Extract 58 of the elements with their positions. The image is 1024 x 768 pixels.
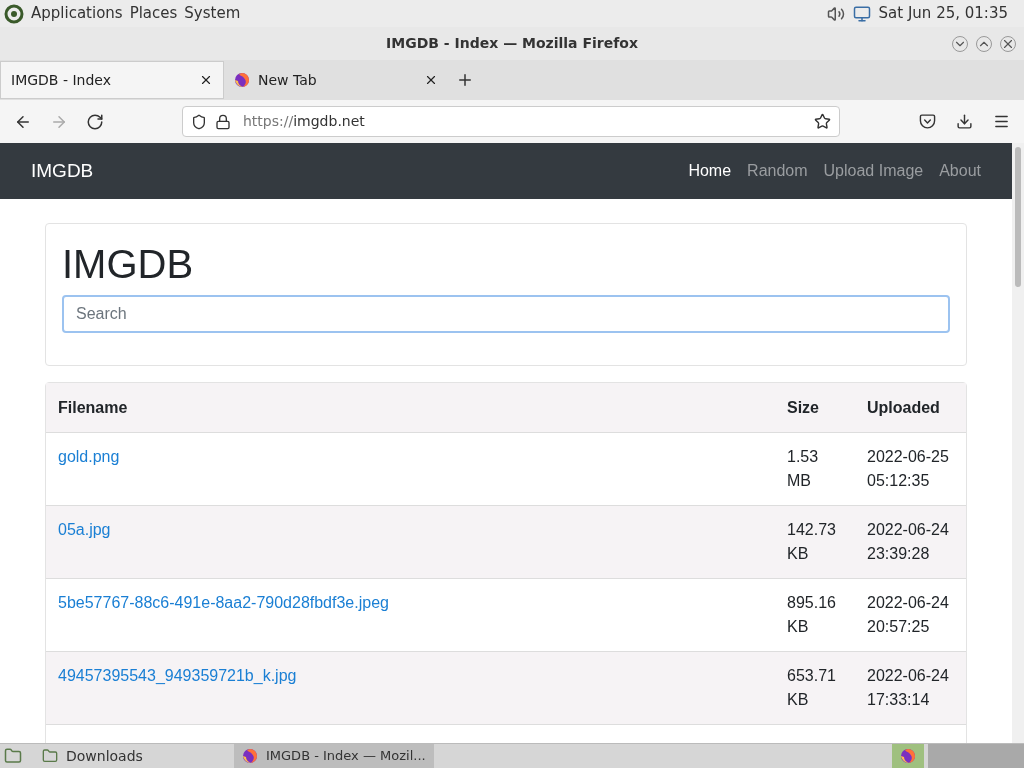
address-bar[interactable]: https://imgdb.net — [182, 106, 840, 137]
url-text: https://imgdb.net — [243, 112, 366, 131]
scrollbar[interactable] — [1012, 143, 1024, 743]
table-cell-text: 1.53 MB — [787, 447, 820, 491]
taskbar-button[interactable]: IMGDB - Index — Mozil... — [234, 744, 434, 768]
logo-icon — [4, 3, 24, 24]
file-link[interactable]: 5be57767-88c6-491e-8aa2-790d28fbdf3e.jpeg — [58, 594, 389, 611]
folder-icon — [42, 748, 58, 764]
taskbar-button[interactable]: Downloads — [34, 744, 234, 768]
file-link[interactable]: gold.png — [58, 448, 120, 465]
taskbar-label: Downloads — [66, 746, 143, 766]
search-field[interactable]: Search — [62, 295, 950, 333]
taskbar-label: IMGDB - Index — Mozil... — [266, 747, 426, 766]
panel-menu[interactable]: System — [184, 2, 241, 25]
file-link[interactable]: 05a.jpg — [58, 521, 111, 538]
table-cell-text: 2022-06-24 17:33:14 — [867, 666, 950, 710]
clock[interactable]: Sat Jun 25, 01:35 — [878, 2, 1008, 25]
panel-menu[interactable]: Places — [129, 2, 178, 25]
page-title: IMGDB — [62, 241, 195, 288]
brand-link[interactable]: IMGDB — [31, 156, 94, 186]
window-title: IMGDB - Index — Mozilla Firefox — [386, 34, 638, 53]
column-header: Uploaded — [866, 397, 941, 418]
nav-link[interactable]: Upload Image — [823, 159, 924, 183]
table-cell-text: 895.16 KB — [787, 593, 837, 637]
table-cell-text: 142.73 KB — [787, 520, 837, 564]
bookmark-icon[interactable] — [814, 113, 831, 130]
firefox-icon — [242, 748, 258, 764]
new-tab-icon[interactable] — [456, 71, 474, 89]
reload-icon[interactable] — [86, 112, 104, 131]
nav-link[interactable]: Random — [747, 159, 808, 183]
table-cell-text: 2022-06-24 20:57:25 — [867, 593, 950, 637]
tab-title: IMGDB - Index — [11, 70, 112, 90]
firefox-icon — [234, 72, 250, 88]
tray-button[interactable] — [892, 744, 924, 768]
tab-title: New Tab — [258, 70, 318, 90]
close-tab-icon[interactable] — [424, 73, 438, 87]
firefox-icon — [900, 748, 916, 764]
nav-link[interactable]: About — [939, 159, 981, 183]
file-link[interactable]: 49457395543_949359721b_k.jpg — [58, 667, 297, 684]
column-header: Size — [786, 397, 820, 418]
table-cell-text: 653.71 KB — [787, 666, 837, 710]
menu-icon[interactable] — [993, 113, 1010, 130]
column-header: Filename — [57, 397, 129, 418]
browser-tab[interactable]: IMGDB - Index — [0, 61, 224, 99]
network-icon[interactable] — [852, 4, 871, 23]
download-icon[interactable] — [956, 113, 973, 130]
table-cell-text: 2022-06-24 23:39:28 — [867, 520, 950, 564]
workspace-switcher[interactable] — [928, 744, 1024, 768]
volume-icon[interactable] — [826, 4, 845, 23]
shield-icon[interactable] — [191, 113, 207, 130]
panel-menu[interactable]: Applications — [31, 2, 123, 25]
close-tab-icon[interactable] — [199, 73, 213, 87]
show-desktop-icon[interactable] — [4, 747, 22, 765]
nav-link[interactable]: Home — [688, 159, 732, 183]
table-cell-text: 2022-06-25 05:12:35 — [867, 447, 950, 491]
lock-icon[interactable] — [215, 113, 231, 130]
browser-tab[interactable]: New Tab — [224, 61, 448, 99]
pocket-icon[interactable] — [919, 113, 936, 130]
